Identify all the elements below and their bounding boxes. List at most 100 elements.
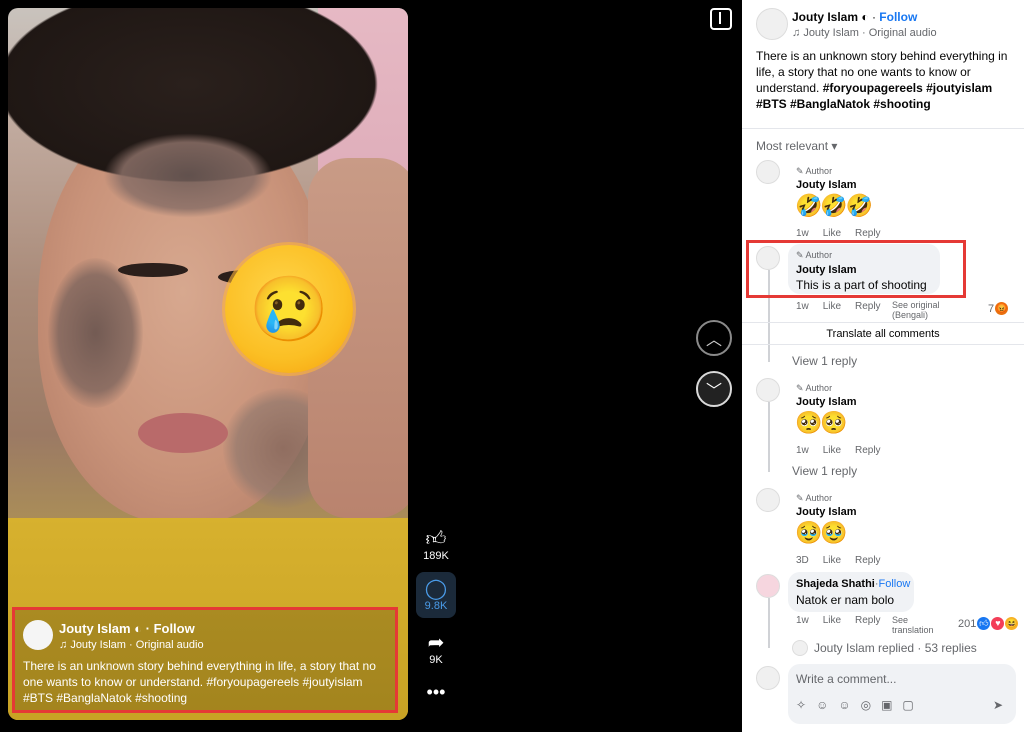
avatar-sticker-icon[interactable]: ✧ — [796, 698, 806, 712]
sort-dropdown[interactable]: Most relevant ▾ — [756, 139, 837, 153]
globe-icon: ◐ · — [861, 10, 880, 24]
comment-time: 3D — [796, 555, 809, 566]
comment-time: 1w — [796, 615, 809, 626]
caret-down-icon: ▾ — [831, 139, 838, 153]
commenter-header: Shajeda Shathi·Follow — [796, 578, 911, 590]
see-translation-link[interactable]: See translation — [892, 615, 934, 635]
current-user-avatar — [756, 666, 780, 690]
commenter-name[interactable]: Jouty Islam — [796, 179, 857, 191]
reaction-summary[interactable]: 7 😡 — [988, 302, 1009, 315]
comment-time: 1w — [796, 445, 809, 456]
author-tag-text: Author — [805, 383, 833, 393]
reaction-summary[interactable]: 201 👍︎ ♥ 😆 — [958, 617, 1019, 630]
author-tag: ✎ Author — [796, 383, 833, 393]
commenter-name[interactable]: Jouty Islam — [796, 396, 857, 408]
hashtags[interactable]: #BTS #BanglaNatok #shooting — [756, 97, 931, 111]
highlight-box — [746, 240, 966, 298]
post-description: There is an unknown story behind everyth… — [756, 48, 1018, 112]
audio-label[interactable]: ♫ Jouty Islam · Original audio — [59, 639, 204, 651]
commenter-name[interactable]: Jouty Islam — [796, 506, 857, 518]
share-action[interactable]: ➦ 9K — [416, 632, 456, 666]
comment-meta: 1w Like Reply — [796, 615, 881, 626]
makeup-wound — [48, 258, 143, 408]
comment-emoji: 🥺🥺 — [795, 410, 848, 435]
author-tag: ✎ Author — [796, 166, 833, 176]
see-original-text[interactable]: See original — [892, 300, 940, 310]
angry-react-icon: 😡 — [995, 302, 1009, 315]
like-react-icon: 👍︎ — [977, 617, 991, 630]
commenter-avatar[interactable] — [756, 574, 780, 598]
translate-all-link[interactable]: Translate all comments — [742, 328, 1024, 340]
comment-time: 1w — [796, 228, 809, 239]
audio-text[interactable]: Jouty Islam · Original audio — [803, 27, 936, 39]
commenter-avatar[interactable] — [756, 488, 780, 512]
comment-like-button[interactable]: Like — [823, 555, 841, 566]
see-original-link[interactable]: See original (Bengali) — [892, 300, 940, 320]
audio-text[interactable]: Jouty Islam · Original audio — [70, 639, 203, 651]
comment-meta: 1w Like Reply — [796, 301, 881, 312]
avatar-emoji-icon[interactable]: ☺ — [816, 698, 828, 712]
gif-icon[interactable]: ▣ — [881, 698, 892, 712]
thread-line — [768, 598, 770, 648]
follow-link[interactable]: Follow — [879, 578, 911, 590]
comment-like-button[interactable]: Like — [823, 445, 841, 456]
commenter-avatar[interactable] — [756, 160, 780, 184]
view-reply-link[interactable]: View 1 reply — [792, 464, 857, 478]
like-count: 189K — [423, 550, 449, 562]
share-count: 9K — [429, 654, 443, 666]
sort-label[interactable]: Most relevant — [756, 139, 828, 153]
channel-name-text[interactable]: Jouty Islam — [59, 621, 131, 636]
comment-emoji: 🤣🤣🤣 — [795, 193, 873, 218]
comment-reply-button[interactable]: Reply — [855, 555, 881, 566]
author-name[interactable]: Jouty Islam — [792, 10, 858, 24]
comment-like-button[interactable]: Like — [823, 615, 841, 626]
follow-button[interactable]: Follow — [879, 10, 917, 24]
divider — [742, 128, 1024, 129]
comment-composer[interactable]: Write a comment... ✧ ☺ ☺ ◎ ▣ ▢ ➤ — [788, 664, 1016, 724]
author-header: Jouty Islam ◐ · Follow — [792, 10, 917, 24]
chevron-up-icon[interactable]: ︿ — [696, 320, 732, 356]
send-icon[interactable]: ➤ — [993, 698, 1003, 712]
comment-action[interactable]: ◯ 9.8K — [416, 572, 456, 618]
more-options-icon[interactable]: ••• — [416, 682, 456, 703]
author-avatar[interactable] — [756, 8, 788, 40]
composer-toolbar: ✧ ☺ ☺ ◎ ▣ ▢ — [796, 698, 914, 712]
comment-reply-button[interactable]: Reply — [855, 615, 881, 626]
comment-reply-button[interactable]: Reply — [855, 228, 881, 239]
comment-reply-button[interactable]: Reply — [855, 301, 881, 312]
chevron-down-icon[interactable]: ﹀ — [696, 371, 732, 407]
video-caption-overlay: Jouty Islam ◐ · Follow ♫ Jouty Islam · O… — [12, 607, 398, 713]
haha-react-icon: 😆 — [1005, 617, 1019, 630]
comment-emoji: 🥹🥹 — [795, 520, 848, 545]
comment-meta: 1w Like Reply — [796, 228, 881, 239]
comment-input[interactable]: Write a comment... — [796, 672, 896, 686]
sticker-icon[interactable]: ▢ — [902, 698, 913, 712]
emoji-icon[interactable]: ☺ — [838, 698, 850, 712]
reaction-count: 7 — [988, 302, 995, 315]
comment-like-button[interactable]: Like — [823, 301, 841, 312]
replies-summary-link[interactable]: Jouty Islam replied · 53 replies — [814, 641, 977, 655]
author-tag-text: Author — [805, 166, 833, 176]
audio-label[interactable]: ♫ Jouty Islam · Original audio — [792, 27, 937, 39]
follow-link[interactable]: Follow — [154, 621, 195, 636]
channel-name[interactable]: Jouty Islam ◐ · Follow — [59, 621, 195, 636]
panel-toggle-icon[interactable] — [710, 8, 732, 30]
see-translation-text[interactable]: See — [892, 615, 934, 625]
comment-time: 1w — [796, 301, 809, 312]
comments-panel: Jouty Islam ◐ · Follow ♫ Jouty Islam · O… — [742, 0, 1024, 732]
view-reply-link[interactable]: View 1 reply — [792, 354, 857, 368]
comment-icon: ◯ — [424, 578, 448, 600]
makeup-wound — [103, 133, 273, 218]
comment-meta: 1w Like Reply — [796, 445, 881, 456]
see-translation-text[interactable]: translation — [892, 625, 934, 635]
commenter-name[interactable]: Shajeda Shathi — [796, 578, 875, 590]
hashtags[interactable]: #foryoupagereels #joutyislam — [823, 81, 992, 95]
camera-icon[interactable]: ◎ — [861, 698, 871, 712]
like-action[interactable]: 👍︎ 189K — [416, 528, 456, 562]
comment-count: 9.8K — [424, 600, 448, 612]
avatar[interactable] — [23, 620, 53, 650]
see-original-lang: (Bengali) — [892, 310, 929, 320]
comment-like-button[interactable]: Like — [823, 228, 841, 239]
comment-reply-button[interactable]: Reply — [855, 445, 881, 456]
commenter-avatar[interactable] — [756, 378, 780, 402]
